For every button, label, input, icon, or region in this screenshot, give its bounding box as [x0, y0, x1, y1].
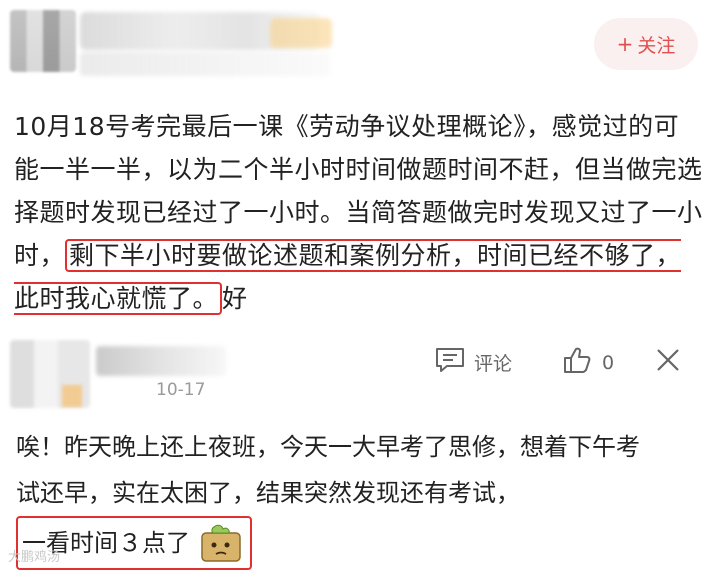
like-button[interactable]: 0	[562, 345, 614, 380]
follow-button[interactable]: + 关注	[594, 18, 698, 70]
post-highlight: 剩下半小时要做论述题和案例分析，时间已经不够了，此时我心就慌了。	[14, 239, 682, 315]
close-button[interactable]	[654, 346, 682, 379]
post-content: 10月18号考完最后一课《劳动争议处理概论》，感觉过的可能一半一半，以为二个半小…	[14, 105, 704, 320]
user-subtitle-blurred	[80, 52, 330, 76]
follow-button-label: 关注	[637, 34, 676, 57]
thumbs-up-icon	[562, 345, 592, 380]
avatar[interactable]	[10, 10, 76, 72]
reply-username-blurred	[96, 346, 226, 376]
sticker-emoji-icon	[196, 523, 246, 563]
watermark-text: 大鹏鸡汤	[8, 550, 61, 565]
plus-icon: +	[616, 32, 634, 56]
comment-icon	[434, 345, 466, 380]
reply-content: 唉！昨天晚上还上夜班，今天一大早考了思修，想着下午考试还早，实在太困了，结果突然…	[16, 424, 656, 570]
watermark: 大鹏鸡汤	[8, 546, 60, 565]
user-badge-blurred	[270, 18, 332, 48]
comment-button[interactable]: 评论	[434, 345, 512, 380]
comment-label: 评论	[474, 353, 513, 375]
reply-text-before: 唉！昨天晚上还上夜班，今天一大早考了思修，想着下午考试还早，实在太困了，结果突然…	[16, 433, 640, 507]
like-count: 0	[602, 351, 615, 374]
post-text-after: 好	[222, 284, 248, 313]
close-icon	[654, 346, 682, 379]
reply-avatar-tag	[62, 385, 82, 407]
reply-date: 10-17	[156, 380, 206, 400]
